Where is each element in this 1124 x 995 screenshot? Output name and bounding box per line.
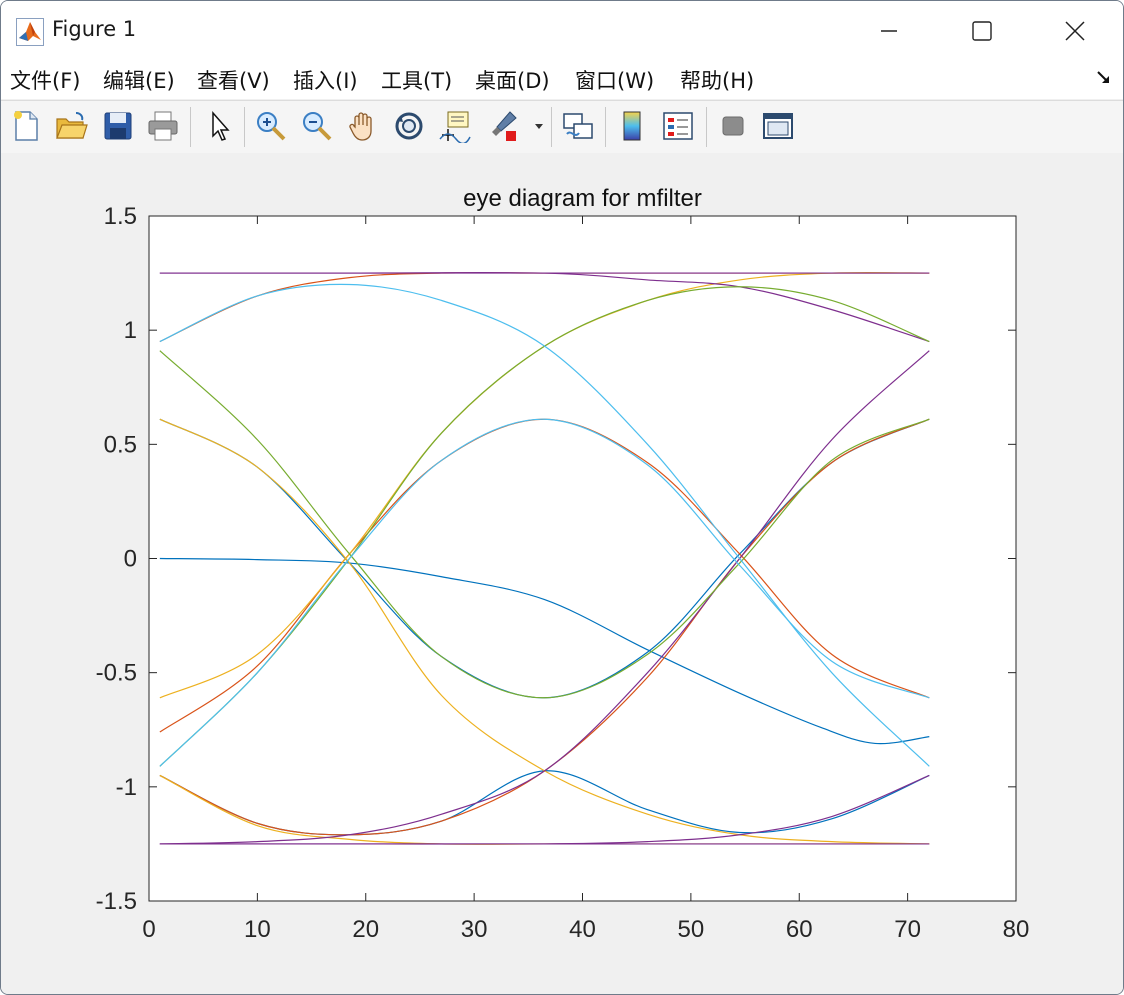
hide-plot-tools-icon[interactable] — [716, 109, 750, 143]
figure-window: Figure 1 文件(F) 编辑(E) 查看(V) 插入(I) 工具(T) 桌… — [0, 0, 1124, 995]
save-icon[interactable] — [101, 109, 135, 143]
maximize-icon — [972, 21, 992, 41]
x-tick-label: 80 — [1003, 916, 1030, 943]
legend-icon[interactable] — [661, 109, 695, 143]
x-tick-label: 70 — [894, 916, 921, 943]
y-tick-labels: 1.5 1 0.5 0 -0.5 -1 -1.5 — [96, 203, 137, 915]
window-title: Figure 1 — [52, 17, 137, 41]
x-tick-label: 30 — [461, 916, 488, 943]
figure-toolbar — [1, 100, 1123, 154]
zoom-out-icon[interactable] — [300, 109, 334, 143]
link-icon[interactable] — [561, 109, 595, 143]
menu-window[interactable]: 窗口(W) — [575, 65, 654, 95]
brush-icon[interactable] — [486, 109, 520, 143]
zoom-in-icon[interactable] — [254, 109, 288, 143]
y-tick-label: -1.5 — [96, 888, 137, 915]
y-tick-label: 0 — [124, 546, 137, 573]
minimize-icon — [881, 30, 897, 32]
pointer-icon[interactable] — [204, 109, 238, 143]
menu-edit[interactable]: 编辑(E) — [103, 65, 175, 95]
menu-bar: 文件(F) 编辑(E) 查看(V) 插入(I) 工具(T) 桌面(D) 窗口(W… — [1, 61, 1123, 99]
data-cursor-icon[interactable] — [438, 109, 472, 143]
eye-diagram-chart[interactable]: eye diagram for mfilter 0 10 20 30 40 50 60 70 8… — [1, 153, 1123, 994]
toolbar-separator — [190, 107, 191, 147]
menu-insert[interactable]: 插入(I) — [293, 65, 358, 95]
x-tick-label: 0 — [142, 916, 155, 943]
x-tick-label: 60 — [786, 916, 813, 943]
show-plot-tools-icon[interactable] — [761, 109, 795, 143]
matlab-logo-icon — [16, 18, 44, 46]
y-tick-label: -1 — [116, 774, 137, 801]
toolbar-separator — [244, 107, 245, 147]
toolbar-separator — [706, 107, 707, 147]
close-button[interactable] — [1029, 1, 1121, 61]
x-tick-labels: 0 10 20 30 40 50 60 70 80 — [142, 916, 1029, 943]
toolbar-separator — [605, 107, 606, 147]
x-tick-label: 10 — [244, 916, 271, 943]
y-tick-label: 0.5 — [104, 431, 137, 458]
menu-view[interactable]: 查看(V) — [197, 65, 270, 95]
y-tick-label: 1 — [124, 317, 137, 344]
x-tick-label: 40 — [569, 916, 596, 943]
toolbar-separator — [551, 107, 552, 147]
x-tick-label: 50 — [678, 916, 705, 943]
figure-canvas[interactable]: eye diagram for mfilter 0 10 20 30 40 50 60 70 8… — [1, 153, 1123, 994]
maximize-button[interactable] — [936, 1, 1028, 61]
rotate-3d-icon[interactable] — [392, 109, 426, 143]
menu-desktop[interactable]: 桌面(D) — [475, 65, 550, 95]
close-icon — [1065, 21, 1085, 41]
colorbar-icon[interactable] — [615, 109, 649, 143]
plot-area — [149, 216, 1016, 901]
dock-arrow-icon[interactable] — [1095, 69, 1113, 87]
y-tick-label: 1.5 — [104, 203, 137, 230]
print-icon[interactable] — [146, 109, 180, 143]
menu-tools[interactable]: 工具(T) — [381, 65, 452, 95]
x-tick-label: 20 — [352, 916, 379, 943]
title-bar[interactable]: Figure 1 — [1, 1, 1123, 61]
minimize-button[interactable] — [843, 1, 935, 61]
new-figure-icon[interactable] — [9, 109, 43, 143]
chart-title: eye diagram for mfilter — [463, 185, 702, 212]
menu-file[interactable]: 文件(F) — [10, 65, 80, 95]
chevron-down-icon[interactable] — [534, 121, 544, 131]
menu-help[interactable]: 帮助(H) — [680, 65, 754, 95]
y-tick-label: -0.5 — [96, 660, 137, 687]
pan-icon[interactable] — [346, 109, 380, 143]
open-file-icon[interactable] — [54, 109, 88, 143]
